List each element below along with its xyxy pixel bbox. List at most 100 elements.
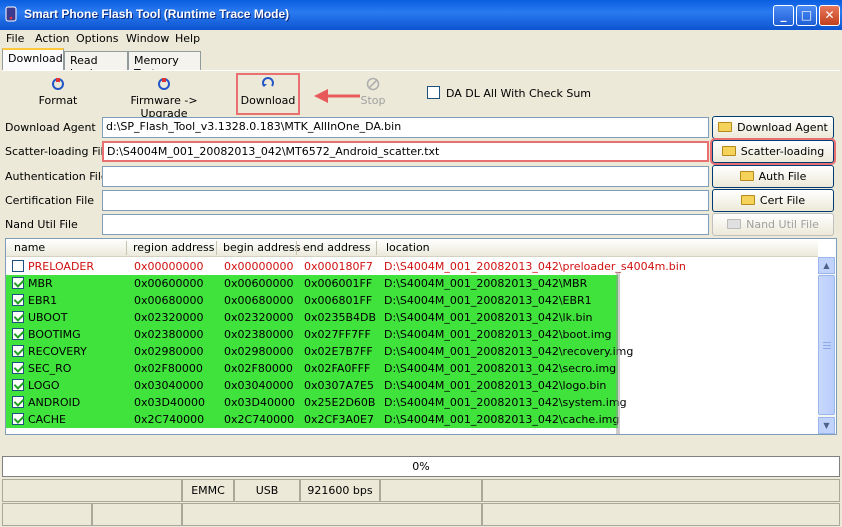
menu-window[interactable]: Window bbox=[126, 32, 169, 45]
nand-util-label: Nand Util File bbox=[5, 218, 78, 231]
tab-memory-test[interactable]: Memory Test bbox=[128, 51, 201, 80]
table-shadow bbox=[616, 272, 620, 434]
cert-file-button[interactable]: Cert File bbox=[712, 189, 834, 212]
cell-end: 0x0307A7E5 bbox=[304, 379, 374, 392]
menu-options[interactable]: Options bbox=[76, 32, 118, 45]
cell-name: BOOTIMG bbox=[28, 328, 81, 341]
title-bar: Smart Phone Flash Tool (Runtime Trace Mo… bbox=[0, 0, 842, 30]
status-port: USB bbox=[234, 479, 300, 502]
cell-begin: 0x00000000 bbox=[224, 260, 294, 273]
table-row[interactable]: EBR1 0x00680000 0x00680000 0x006801FF D:\S40… bbox=[6, 292, 618, 309]
cell-name: LOGO bbox=[28, 379, 60, 392]
menu-help[interactable]: Help bbox=[175, 32, 200, 45]
scatter-loading-input[interactable]: D:\S4004M_001_20082013_042\MT6572_Androi… bbox=[102, 141, 709, 162]
table-row[interactable]: LOGO 0x03040000 0x03040000 0x0307A7E5 D:\S40… bbox=[6, 377, 618, 394]
auth-file-input[interactable] bbox=[102, 166, 709, 187]
download-agent-label: Download Agent bbox=[5, 121, 96, 134]
table-row[interactable]: UBOOT 0x02320000 0x02320000 0x0235B4DB D:\S4… bbox=[6, 309, 618, 326]
auth-file-button[interactable]: Auth File bbox=[712, 165, 834, 188]
scatter-loading-row: Scatter-loading File D:\S4004M_001_20082… bbox=[2, 140, 840, 164]
table-row[interactable]: SEC_RO 0x02F80000 0x02F80000 0x02FA0FFF D:\S… bbox=[6, 360, 618, 377]
auth-file-row: Authentication File Auth File bbox=[2, 165, 840, 189]
cell-name: EBR1 bbox=[28, 294, 58, 307]
cell-location: D:\S4004M_001_20082013_042\system.img bbox=[384, 396, 627, 409]
nand-util-row: Nand Util File Nand Util File bbox=[2, 213, 840, 237]
minimize-button[interactable]: _ bbox=[773, 5, 794, 26]
vertical-scrollbar[interactable]: ▲ ▼ bbox=[818, 257, 835, 434]
nand-util-button[interactable]: Nand Util File bbox=[712, 213, 834, 236]
stop-label: Stop bbox=[360, 94, 386, 107]
col-end-address[interactable]: end address bbox=[303, 241, 370, 254]
status2-cell-2 bbox=[92, 503, 182, 526]
cell-region: 0x02980000 bbox=[134, 345, 204, 358]
menu-file[interactable]: File bbox=[6, 32, 24, 45]
cell-region: 0x00000000 bbox=[134, 260, 204, 273]
row-checkbox[interactable] bbox=[12, 362, 24, 374]
tab-read-back[interactable]: Read back bbox=[64, 51, 128, 80]
cert-file-input[interactable] bbox=[102, 190, 709, 211]
row-checkbox[interactable] bbox=[12, 396, 24, 408]
col-name[interactable]: name bbox=[14, 241, 45, 254]
scroll-thumb[interactable] bbox=[818, 275, 835, 415]
download-agent-input[interactable]: d:\SP_Flash_Tool_v3.1328.0.183\MTK_AllIn… bbox=[102, 117, 709, 138]
maximize-button[interactable]: □ bbox=[796, 5, 817, 26]
folder-icon bbox=[721, 146, 736, 156]
table-header: name region address begin address end ad… bbox=[6, 239, 818, 257]
scroll-up-button[interactable]: ▲ bbox=[818, 257, 835, 274]
col-region-address[interactable]: region address bbox=[133, 241, 215, 254]
table-row[interactable]: PRELOADER 0x00000000 0x00000000 0x000180F7 D… bbox=[6, 258, 818, 275]
firmware-upgrade-button[interactable]: Firmware -> Upgrade bbox=[110, 75, 218, 120]
cell-region: 0x02380000 bbox=[134, 328, 204, 341]
cell-region: 0x02320000 bbox=[134, 311, 204, 324]
col-location[interactable]: location bbox=[386, 241, 430, 254]
status2-cell-4 bbox=[482, 503, 840, 526]
row-checkbox[interactable] bbox=[12, 311, 24, 323]
status-cell-1 bbox=[2, 479, 182, 502]
cell-name: CACHE bbox=[28, 413, 66, 426]
table-row[interactable]: MBR 0x00600000 0x00600000 0x006001FF D:\S400… bbox=[6, 275, 618, 292]
nand-util-input[interactable] bbox=[102, 214, 709, 235]
table-row[interactable]: RECOVERY 0x02980000 0x02980000 0x02E7B7FF D:… bbox=[6, 343, 633, 360]
cell-end: 0x02E7B7FF bbox=[304, 345, 373, 358]
stop-button[interactable]: Stop bbox=[358, 75, 388, 115]
cell-name: ANDROID bbox=[28, 396, 81, 409]
row-checkbox[interactable] bbox=[12, 294, 24, 306]
cert-file-label: Certification File bbox=[5, 194, 95, 207]
tab-download[interactable]: Download bbox=[2, 48, 64, 70]
table-row[interactable]: CACHE 0x2C740000 0x2C740000 0x2CF3A0E7 D:\S4… bbox=[6, 411, 619, 428]
cell-location: D:\S4004M_001_20082013_042\boot.img bbox=[384, 328, 612, 341]
scroll-down-button[interactable]: ▼ bbox=[818, 417, 835, 434]
row-checkbox[interactable] bbox=[12, 260, 24, 272]
row-checkbox[interactable] bbox=[12, 328, 24, 340]
menu-bar: File Action Options Window Help bbox=[0, 30, 842, 48]
cell-region: 0x00680000 bbox=[134, 294, 204, 307]
da-checksum-checkbox[interactable]: DA DL All With Check Sum bbox=[427, 86, 591, 100]
folder-icon bbox=[727, 219, 742, 229]
status-storage: EMMC bbox=[182, 479, 234, 502]
close-button[interactable]: ✕ bbox=[819, 5, 840, 26]
cell-location: D:\S4004M_001_20082013_042\preloader_s40… bbox=[384, 260, 686, 273]
col-begin-address[interactable]: begin address bbox=[223, 241, 300, 254]
da-checksum-label: DA DL All With Check Sum bbox=[446, 87, 592, 100]
row-checkbox[interactable] bbox=[12, 379, 24, 391]
stop-icon bbox=[366, 77, 380, 91]
scatter-loading-button[interactable]: Scatter-loading bbox=[712, 140, 834, 163]
download-icon bbox=[262, 77, 274, 87]
format-button[interactable]: Format bbox=[38, 75, 78, 115]
download-agent-button[interactable]: Download Agent bbox=[712, 116, 834, 139]
status2-cell-1 bbox=[2, 503, 92, 526]
cert-file-row: Certification File Cert File bbox=[2, 189, 840, 213]
row-checkbox[interactable] bbox=[12, 345, 24, 357]
menu-action[interactable]: Action bbox=[35, 32, 69, 45]
da-checksum-box[interactable] bbox=[427, 86, 440, 99]
row-checkbox[interactable] bbox=[12, 413, 24, 425]
auth-file-button-label: Auth File bbox=[758, 170, 807, 183]
cert-file-button-label: Cert File bbox=[759, 194, 806, 207]
cell-location: D:\S4004M_001_20082013_042\recovery.img bbox=[384, 345, 634, 358]
app-icon bbox=[5, 6, 17, 22]
row-checkbox[interactable] bbox=[12, 277, 24, 289]
arrow-annotation-icon bbox=[314, 89, 360, 103]
download-button[interactable]: Download bbox=[240, 75, 296, 115]
table-row[interactable]: ANDROID 0x03D40000 0x03D40000 0x25E2D60B D:\… bbox=[6, 394, 627, 411]
table-row[interactable]: BOOTIMG 0x02380000 0x02380000 0x027FF7FF D:\… bbox=[6, 326, 618, 343]
